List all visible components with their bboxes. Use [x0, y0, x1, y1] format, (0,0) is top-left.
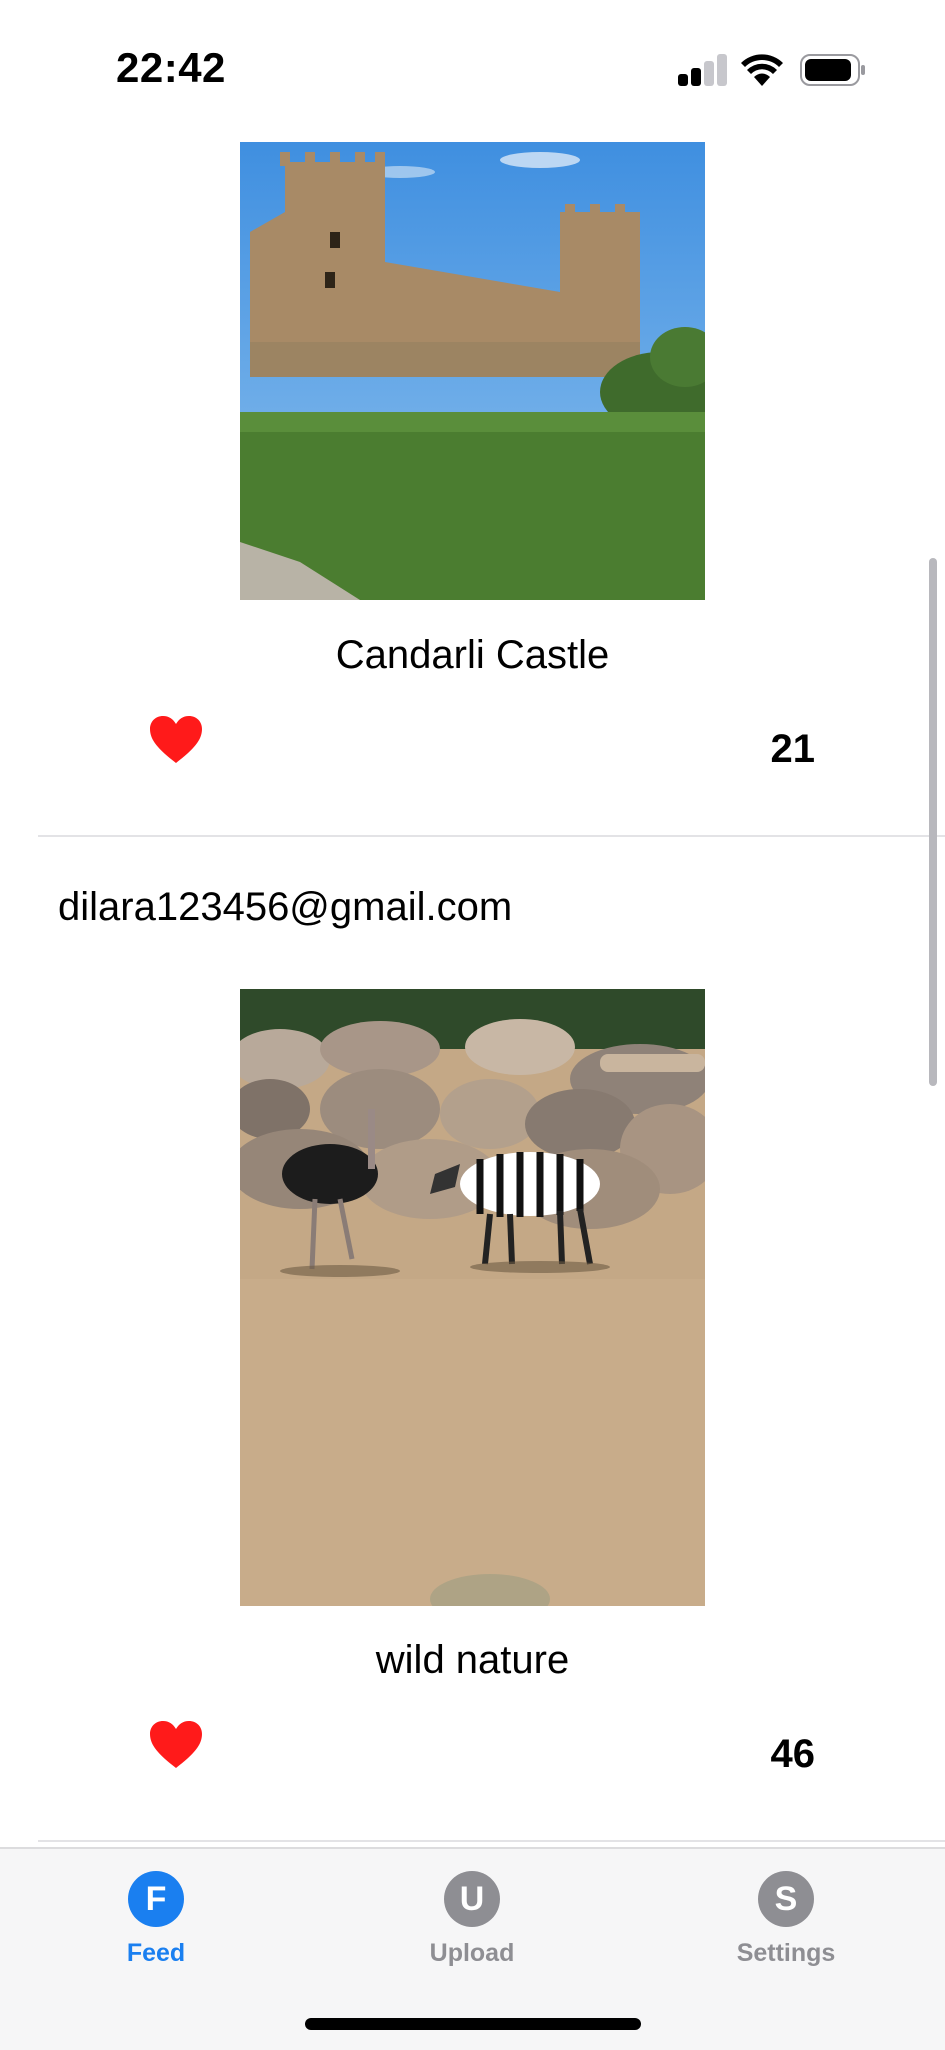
heart-icon[interactable] [148, 1720, 204, 1770]
tab-label: Settings [736, 1939, 836, 1967]
tab-label: Upload [429, 1939, 515, 1967]
post-divider [38, 835, 945, 837]
post-divider [38, 1840, 945, 1842]
like-count: 46 [770, 1732, 816, 1776]
post-image-wildlife[interactable] [240, 989, 705, 1606]
cellular-signal-icon [678, 54, 728, 86]
status-bar: 22:42 [0, 0, 945, 130]
tab-settings[interactable]: S Settings [686, 1871, 886, 1968]
like-count: 21 [770, 727, 816, 771]
battery-icon [800, 54, 865, 86]
tab-feed[interactable]: F Feed [56, 1871, 256, 1968]
post-caption: wild nature [375, 1638, 570, 1682]
post-image-castle[interactable] [240, 142, 705, 600]
scrollbar[interactable] [929, 558, 937, 1086]
post-caption: Candarli Castle [335, 633, 610, 677]
tab-label: Feed [126, 1939, 186, 1967]
post-username: dilara123456@gmail.com [58, 885, 513, 929]
settings-tab-icon: S [758, 1871, 814, 1927]
upload-tab-icon: U [444, 1871, 500, 1927]
feed-tab-icon: F [128, 1871, 184, 1927]
heart-icon[interactable] [148, 715, 204, 765]
home-indicator[interactable] [305, 2018, 641, 2030]
wifi-icon [741, 54, 783, 86]
feed-list[interactable]: Candarli Castle 21 dilara123456@gmail.co… [0, 130, 945, 1847]
status-time: 22:42 [116, 44, 226, 91]
tab-upload[interactable]: U Upload [372, 1871, 572, 1968]
